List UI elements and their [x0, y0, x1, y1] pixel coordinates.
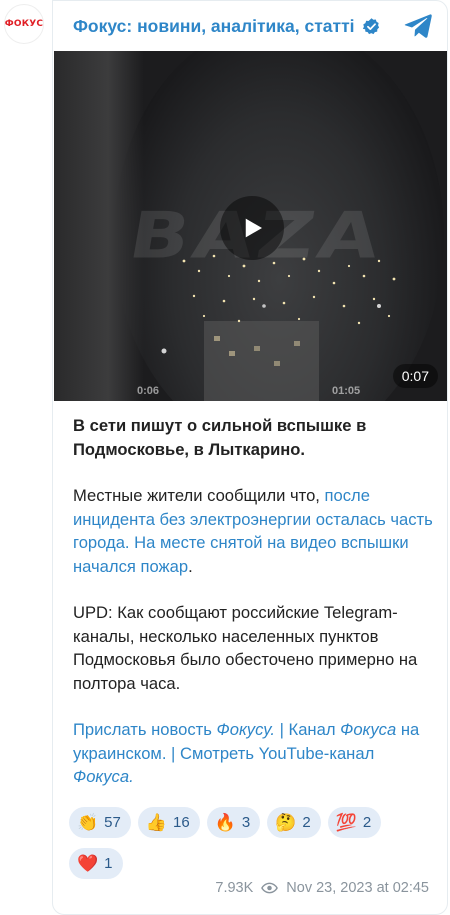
reaction-count: 2	[362, 814, 372, 831]
links-separator: |	[166, 743, 180, 763]
video-timestamp-left: 0:06	[137, 385, 160, 397]
telegram-icon[interactable]	[403, 12, 433, 40]
video-player[interactable]: BAZA 0:06 01:05 0:07	[54, 51, 447, 401]
post-card: Фокус: новини, аналітика, статті BAZA 0:…	[52, 0, 448, 915]
post-text: В сети пишут о сильной вспышке в Подмоск…	[73, 414, 435, 812]
post-headline: В сети пишут о сильной вспышке в Подмоск…	[73, 416, 367, 459]
thinking-face-icon: 🤔	[275, 813, 297, 832]
post-paragraph-3: UPD: Как сообщают российские Telegram-ка…	[73, 603, 418, 693]
reaction-clap[interactable]: 👏 57	[69, 807, 131, 838]
links-separator: |	[275, 720, 289, 739]
reaction-count: 2	[302, 814, 311, 831]
reaction-count: 3	[241, 814, 251, 831]
reaction-thumbs-up[interactable]: 👍 16	[137, 807, 200, 838]
verified-icon	[362, 17, 381, 36]
send-news-link[interactable]: Прислать новость Фокусу.	[73, 720, 275, 739]
reaction-count: 57	[104, 814, 121, 831]
post-date[interactable]: Nov 23, 2023 at 02:45	[286, 880, 429, 896]
video-duration-badge: 0:07	[392, 364, 438, 388]
view-count: 7.93K	[215, 880, 254, 896]
post-header: Фокус: новини, аналітика, статті	[53, 1, 447, 51]
reaction-heart[interactable]: ❤️ 1	[69, 848, 123, 879]
post-meta: 7.93K Nov 23, 2023 at 02:45	[215, 880, 429, 896]
reaction-fire[interactable]: 🔥 3	[206, 807, 261, 838]
reaction-count: 1	[104, 855, 113, 872]
play-button[interactable]	[220, 196, 284, 260]
play-icon	[245, 218, 262, 238]
video-timestamp-right: 01:05	[332, 385, 361, 397]
channel-name[interactable]: Фокус: новини, аналітика, статті	[73, 16, 355, 37]
post-links-line: Прислать новость Фокусу. | Канал Фокуса …	[73, 718, 435, 789]
avatar-logo-text: ФОКУС	[4, 19, 44, 29]
hundred-points-icon: 💯	[335, 813, 357, 832]
post-paragraph-2-start: Местные жители сообщили что,	[73, 486, 325, 505]
reaction-count: 16	[173, 814, 190, 831]
eye-icon	[261, 882, 279, 894]
fire-icon: 🔥	[214, 813, 236, 832]
channel-avatar[interactable]: ФОКУС	[4, 4, 44, 44]
clap-icon: 👏	[77, 813, 99, 832]
reaction-thinking[interactable]: 🤔 2	[267, 807, 321, 838]
post-paragraph-2-end: .	[188, 556, 193, 576]
thumbs-up-icon: 👍	[145, 813, 168, 832]
reaction-hundred[interactable]: 💯 2	[327, 807, 382, 838]
reactions-bar: 👏 57 👍 16 🔥 3 🤔 2 💯 2 ❤️ 1	[69, 807, 429, 879]
heart-icon: ❤️	[77, 854, 99, 873]
